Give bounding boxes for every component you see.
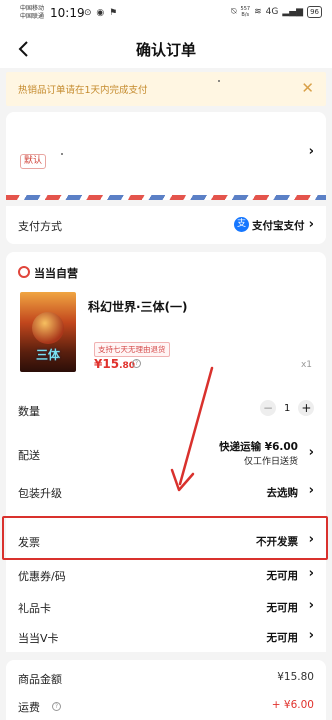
quantity-stepper: − 1 +: [260, 400, 315, 416]
shipping-value[interactable]: 快递运输 ¥6.00: [219, 439, 298, 454]
airmail-border: [6, 195, 326, 200]
store-name: 当当自营: [34, 267, 78, 280]
payment-notice-banner: 热销品订单请在1天内完成支付 ✕: [6, 72, 326, 106]
price-summary-card: 商品金额 ¥15.80 运费 ? + ¥6.00: [6, 660, 326, 720]
coupon-label: 优惠券/码: [18, 570, 66, 583]
chevron-right-icon: ›: [308, 144, 314, 159]
network-type: 4G: [265, 7, 279, 17]
cover-art: [32, 312, 64, 344]
quantity-label: 数量: [18, 405, 40, 418]
address-text: [61, 153, 63, 155]
product-title[interactable]: 科幻世界·三体(一): [88, 298, 188, 315]
minus-button[interactable]: −: [260, 400, 276, 416]
info-icon[interactable]: ?: [132, 359, 141, 368]
v-card-label: 当当V卡: [18, 632, 59, 645]
chevron-right-icon[interactable]: ›: [309, 484, 314, 497]
info-icon[interactable]: ?: [52, 702, 61, 711]
address-card[interactable]: 默认 ›: [6, 112, 326, 200]
coupon-value[interactable]: 无可用: [267, 568, 299, 583]
wifi-icon: ≋: [254, 7, 262, 17]
freight-label: 运费: [18, 701, 40, 714]
signal-icon: ▂▄▆: [282, 7, 304, 17]
notification-icons: ⊙ ◉ ⚑: [84, 8, 119, 18]
default-address-tag: 默认: [20, 154, 47, 169]
payment-method-row[interactable]: 支付方式 支 支付宝支付 ›: [6, 206, 326, 244]
battery-icon: 96: [307, 6, 322, 18]
payment-method-label: 支付方式: [18, 220, 62, 233]
freight-value: + ¥6.00: [271, 699, 314, 711]
close-icon[interactable]: ✕: [301, 81, 314, 96]
order-card: 当当自营 三体 科幻世界·三体(一) 支持七天无理由退货 ¥15.80 ? x1…: [6, 252, 326, 652]
goods-amount-label: 商品金额: [18, 673, 62, 686]
return-policy-tag: 支持七天无理由退货: [94, 342, 170, 357]
mute-icon: ⍉: [231, 7, 237, 17]
status-bar: 中国移动 中国联通 10:19 ⊙ ◉ ⚑ ⍉ 557 B/s ≋ 4G ▂▄▆ …: [0, 0, 332, 30]
chevron-right-icon[interactable]: ›: [309, 446, 314, 459]
plus-button[interactable]: +: [298, 400, 315, 416]
chevron-right-icon[interactable]: ›: [309, 567, 314, 580]
page-title: 确认订单: [135, 41, 196, 59]
chevron-right-icon[interactable]: ›: [309, 629, 314, 642]
wrapping-label: 包装升级: [18, 487, 62, 500]
product-quantity: x1: [300, 360, 312, 370]
alipay-icon: 支: [234, 217, 249, 232]
cover-title: 三体: [35, 348, 60, 362]
goods-amount-value: ¥15.80: [277, 671, 314, 683]
network-speed: 557 B/s: [240, 6, 251, 18]
product-image[interactable]: 三体: [20, 292, 76, 372]
clock: 10:19: [50, 6, 85, 20]
nav-bar: 确认订单: [0, 30, 332, 68]
payment-method-value: 支付宝支付: [252, 220, 305, 232]
store-icon: [18, 266, 30, 278]
v-card-value[interactable]: 无可用: [267, 630, 299, 645]
invoice-highlight-box: [2, 516, 328, 560]
product-price: ¥15.80: [94, 357, 136, 371]
chevron-right-icon[interactable]: ›: [309, 599, 314, 612]
gift-card-label: 礼品卡: [18, 602, 51, 615]
shipping-note: 仅工作日送货: [243, 457, 298, 467]
notice-dot: [218, 80, 220, 82]
notice-text: 热销品订单请在1天内完成支付: [18, 85, 148, 96]
system-status: ⍉ 557 B/s ≋ 4G ▂▄▆ 96: [231, 6, 322, 18]
carrier-label: 中国联通: [20, 13, 45, 20]
carrier-label: 中国移动: [20, 5, 45, 12]
wrapping-value[interactable]: 去选购: [267, 485, 299, 500]
gift-card-value[interactable]: 无可用: [267, 600, 299, 615]
chevron-right-icon: ›: [308, 217, 314, 232]
quantity-value: 1: [284, 402, 291, 414]
shipping-label: 配送: [18, 449, 40, 462]
